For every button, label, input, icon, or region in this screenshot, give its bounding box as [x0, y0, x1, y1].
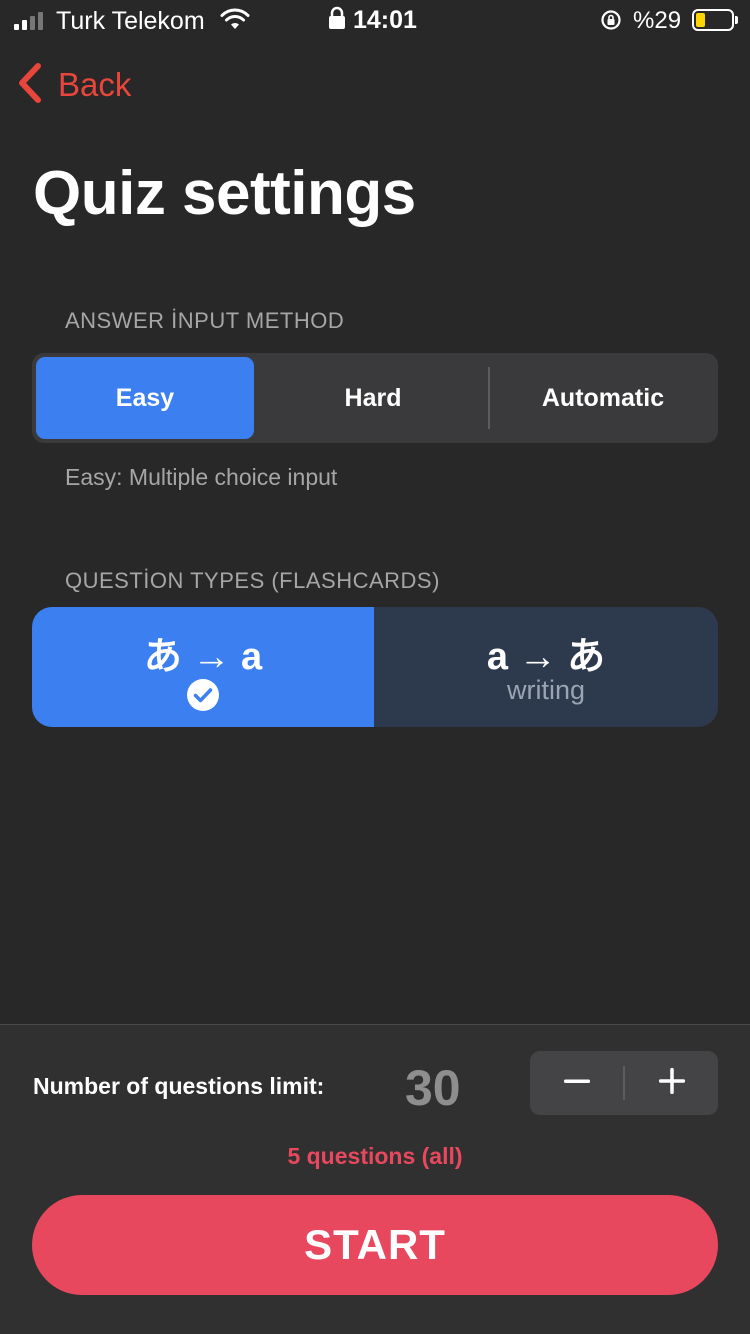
bottom-panel: Number of questions limit: 30 5 question…: [0, 1024, 750, 1334]
question-types-toggle: あ → a a → あ writing: [32, 607, 718, 727]
check-circle-icon: [187, 679, 219, 716]
battery-icon: [692, 9, 738, 31]
carrier-name: Turk Telekom: [56, 7, 205, 35]
battery-percentage: %29: [633, 7, 682, 34]
page-title: Quiz settings: [33, 159, 416, 228]
cellular-signal-icon: [14, 10, 43, 30]
back-label: Back: [58, 66, 132, 103]
status-bar: Turk Telekom 14:01 %29: [0, 0, 750, 40]
plus-icon: [657, 1066, 687, 1101]
wifi-icon: [220, 8, 250, 37]
question-type-label: あ → a: [143, 636, 263, 678]
question-type-label: a → あ: [486, 636, 606, 678]
answer-input-segmented-control: Easy Hard Automatic: [32, 353, 718, 443]
answer-input-section-label: ANSWER İNPUT METHOD: [65, 308, 345, 333]
question-limit-value: 30: [405, 1060, 461, 1116]
chevron-left-icon: [16, 62, 44, 109]
segment-easy[interactable]: Easy: [36, 357, 254, 439]
question-limit-stepper: [530, 1051, 718, 1115]
segment-hard[interactable]: Hard: [258, 357, 488, 439]
question-limit-label: Number of questions limit:: [33, 1073, 325, 1099]
question-type-kana-to-romaji[interactable]: あ → a: [32, 607, 374, 727]
question-type-sublabel: writing: [506, 675, 586, 705]
status-time: 14:01: [353, 6, 417, 34]
start-button[interactable]: START: [32, 1195, 718, 1295]
increment-button[interactable]: [625, 1051, 718, 1115]
lock-icon: [328, 6, 346, 35]
question-types-section-label: QUESTİON TYPES (FLASHCARDS): [65, 568, 440, 593]
question-type-romaji-to-kana[interactable]: a → あ writing: [374, 607, 718, 727]
segment-automatic[interactable]: Automatic: [490, 357, 716, 439]
back-button[interactable]: Back: [16, 60, 131, 110]
answer-input-hint: Easy: Multiple choice input: [65, 464, 338, 490]
minus-icon: [562, 1066, 592, 1101]
rotation-lock-icon: [600, 9, 622, 36]
questions-count-note: 5 questions (all): [287, 1143, 463, 1169]
decrement-button[interactable]: [530, 1051, 623, 1115]
